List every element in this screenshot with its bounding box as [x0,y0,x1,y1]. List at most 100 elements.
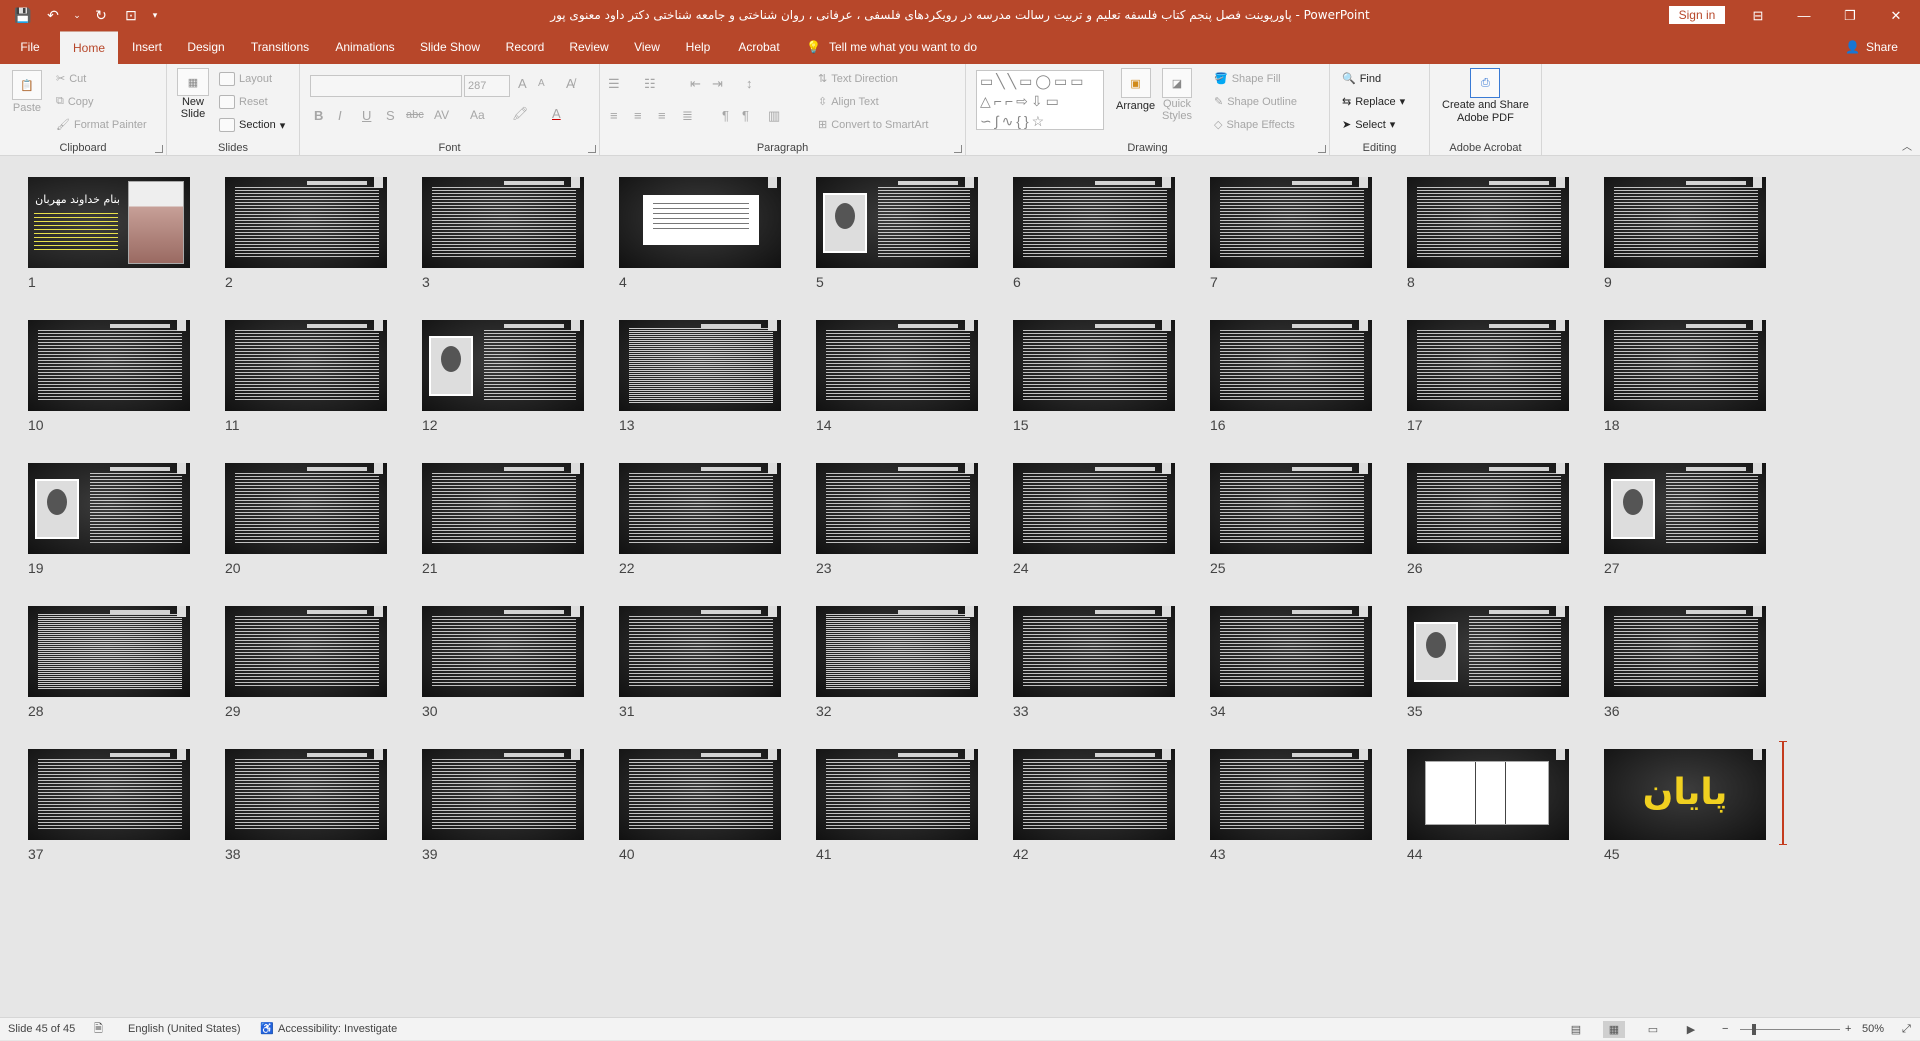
numbering-icon[interactable]: ☷ [644,76,656,92]
slide-thumbnail[interactable]: پایان [1604,749,1766,840]
slide-thumbnail[interactable] [1013,606,1175,697]
slide-thumbnail[interactable] [1604,606,1766,697]
shape-fill-button[interactable]: 🪣 Shape Fill [1214,72,1281,86]
slide-thumbnail[interactable] [1013,749,1175,840]
increase-indent-icon[interactable]: ⇥ [712,76,723,92]
slide-thumbnail[interactable] [28,606,190,697]
bullets-icon[interactable]: ☰ [608,76,620,92]
undo-dropdown-icon[interactable]: ⌄ [70,4,84,28]
tab-design[interactable]: Design [182,31,230,64]
zoom-slider-thumb[interactable] [1752,1024,1756,1035]
slide-thumbnail[interactable] [422,463,584,554]
zoom-out-button[interactable]: − [1722,1018,1728,1041]
shrink-font-icon[interactable]: A [538,78,545,89]
tab-home[interactable]: Home [60,31,118,64]
slide-thumbnail[interactable] [1210,749,1372,840]
replace-button[interactable]: ⇆ Replace ▾ [1342,95,1405,109]
align-text-button[interactable]: ⇳ Align Text [818,95,879,109]
tab-help[interactable]: Help [678,31,718,64]
slide-thumbnail[interactable] [1407,320,1569,411]
slide-thumbnail[interactable] [225,320,387,411]
slide-thumbnail[interactable] [1013,463,1175,554]
slide-thumbnail[interactable] [1604,463,1766,554]
slide-thumbnail[interactable] [1604,177,1766,268]
tab-acrobat[interactable]: Acrobat [730,31,788,64]
character-spacing-button[interactable]: AV [434,108,449,122]
slide-thumbnail[interactable] [422,749,584,840]
text-direction-button[interactable]: ⇅ Text Direction [818,72,898,86]
slide-thumbnail[interactable] [619,320,781,411]
tab-file[interactable]: File [10,31,50,64]
slide-thumbnail[interactable] [1210,606,1372,697]
slide-thumbnail[interactable] [1407,606,1569,697]
slide-thumbnail[interactable] [28,463,190,554]
create-share-pdf-button[interactable]: ⎙ Create and Share Adobe PDF [1442,68,1529,124]
slideshow-icon[interactable]: ▶ [1680,1021,1702,1038]
slide-thumbnail[interactable] [422,606,584,697]
new-slide-button[interactable]: ▦ New Slide [177,68,209,120]
align-right-icon[interactable]: ≡ [658,108,666,123]
tab-animations[interactable]: Animations [330,31,400,64]
paragraph-launcher-icon[interactable] [954,145,962,153]
close-icon[interactable]: ✕ [1873,0,1919,31]
slide-thumbnail[interactable] [28,749,190,840]
layout-button[interactable]: Layout [219,72,272,86]
slide-thumbnail[interactable] [619,177,781,268]
slide-thumbnail[interactable] [1407,463,1569,554]
zoom-level[interactable]: 50% [1862,1018,1884,1041]
spell-check-icon[interactable]: 🗎 [94,1018,103,1041]
font-color-icon[interactable]: A [552,106,561,121]
slide-thumbnail[interactable] [225,177,387,268]
reset-button[interactable]: Reset [219,95,268,109]
slide-thumbnail[interactable] [816,320,978,411]
slide-thumbnail[interactable] [816,606,978,697]
slide-thumbnail[interactable] [619,749,781,840]
ltr-icon[interactable]: ¶ [722,108,729,123]
columns-icon[interactable]: ▥ [768,108,780,124]
accessibility-icon[interactable]: ♿ [260,1018,274,1041]
quick-styles-button[interactable]: ◪ Quick Styles [1162,68,1192,122]
tell-me-search[interactable]: 💡 Tell me what you want to do [806,31,977,64]
underline-button[interactable]: U [362,108,371,123]
tab-view[interactable]: View [627,31,667,64]
shadow-button[interactable]: S [386,108,395,123]
rtl-icon[interactable]: ¶ [742,108,749,123]
tab-record[interactable]: Record [500,31,550,64]
save-icon[interactable]: 💾 [10,4,36,28]
slide-thumbnail[interactable] [1013,177,1175,268]
slide-thumbnail[interactable] [1407,749,1569,840]
change-case-button[interactable]: Aa [470,108,485,122]
collapse-ribbon-icon[interactable]: ︿ [1902,138,1912,153]
justify-icon[interactable]: ≣ [682,108,693,124]
align-left-icon[interactable]: ≡ [610,108,618,123]
slide-thumbnail[interactable] [422,177,584,268]
bold-button[interactable]: B [314,108,323,123]
font-size-box[interactable]: 287 [464,75,510,97]
slide-thumbnail[interactable] [619,463,781,554]
line-spacing-icon[interactable]: ↕ [746,76,753,91]
slide-thumbnail[interactable] [816,177,978,268]
highlight-icon[interactable]: 🖍 [512,106,529,122]
language[interactable]: English (United States) [128,1018,241,1041]
slide-thumbnail[interactable] [816,749,978,840]
accessibility-status[interactable]: Accessibility: Investigate [278,1018,397,1041]
share-button[interactable]: 👤 Share [1845,31,1898,64]
slide-thumbnail[interactable] [1604,320,1766,411]
ribbon-display-options-icon[interactable]: ⊟ [1735,0,1781,31]
copy-button[interactable]: ⧉ Copy [56,95,94,108]
find-button[interactable]: 🔍 Find [1342,72,1381,86]
slide-sorter-icon[interactable]: ▦ [1603,1021,1625,1038]
shape-effects-button[interactable]: ◇ Shape Effects [1214,118,1295,132]
decrease-indent-icon[interactable]: ⇤ [690,76,701,92]
slide-thumbnail[interactable] [225,463,387,554]
customize-qat-icon[interactable]: ▾ [148,4,162,28]
clipboard-launcher-icon[interactable] [155,145,163,153]
notes-icon[interactable]: ▤ [1565,1021,1587,1038]
section-button[interactable]: Section ▾ [219,118,285,132]
tab-transitions[interactable]: Transitions [245,31,315,64]
tab-slide-show[interactable]: Slide Show [415,31,485,64]
redo-icon[interactable]: ↻ [88,4,114,28]
tab-review[interactable]: Review [562,31,616,64]
minimize-icon[interactable]: — [1781,0,1827,31]
tab-insert[interactable]: Insert [126,31,168,64]
